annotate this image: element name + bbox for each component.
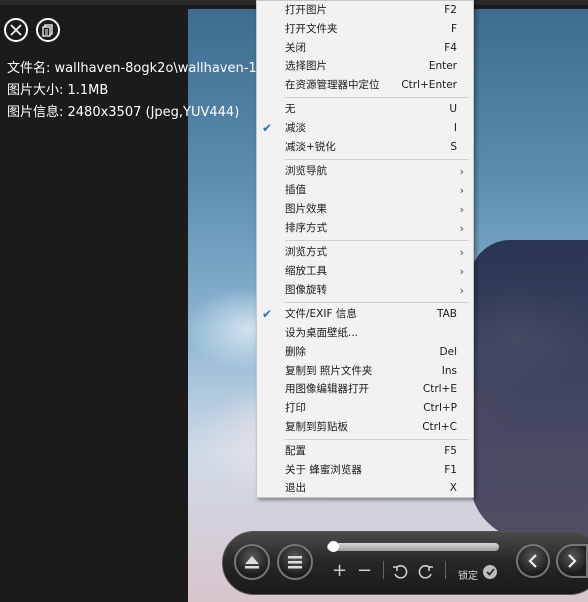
chevron-right-icon: › bbox=[459, 246, 464, 259]
chevron-right-icon[interactable] bbox=[556, 544, 588, 578]
slider-handle[interactable] bbox=[328, 541, 339, 552]
chevron-right-icon: › bbox=[459, 222, 464, 235]
chevron-right-icon: › bbox=[459, 165, 464, 178]
divider bbox=[445, 561, 446, 579]
hamburger-menu-icon[interactable] bbox=[277, 544, 313, 580]
image-figure bbox=[470, 240, 588, 540]
menu-item-delete[interactable]: 删除 Del bbox=[257, 343, 473, 362]
menu-item-image-effects[interactable]: 图片效果 › bbox=[257, 200, 473, 219]
progress-slider[interactable] bbox=[327, 543, 499, 551]
chevron-left-icon[interactable] bbox=[516, 544, 550, 578]
menu-item-zoom-tools[interactable]: 缩放工具 › bbox=[257, 262, 473, 281]
context-menu: 打开图片 F2 打开文件夹 F 关闭 F4 选择图片 Enter 在资源管理器中定位 Ct… bbox=[256, 0, 474, 498]
check-icon[interactable] bbox=[483, 565, 497, 579]
menu-item-copy-to-folder[interactable]: 复制到 照片文件夹 Ins bbox=[257, 362, 473, 381]
menu-item-sort-order[interactable]: 排序方式 › bbox=[257, 219, 473, 238]
rotate-right-icon[interactable] bbox=[418, 564, 434, 585]
eject-icon[interactable] bbox=[234, 544, 270, 580]
zoom-out-button[interactable]: − bbox=[357, 560, 372, 581]
menu-item-settings[interactable]: 配置 F5 bbox=[257, 442, 473, 461]
file-size-text: 图片大小: 1.1MB bbox=[7, 83, 109, 98]
check-icon: ✔ bbox=[262, 121, 273, 135]
file-info-text: 图片信息: 2480x3507 (Jpeg,YUV444) bbox=[7, 105, 240, 120]
menu-item-fade-sharpen[interactable]: 减淡+锐化 S bbox=[257, 138, 473, 157]
menu-separator bbox=[285, 240, 469, 241]
menu-item-exit[interactable]: 退出 X bbox=[257, 479, 473, 498]
menu-separator bbox=[285, 97, 469, 98]
menu-item-open-editor[interactable]: 用图像编辑器打开 Ctrl+E bbox=[257, 380, 473, 399]
copy-icon[interactable] bbox=[36, 18, 60, 42]
menu-item-browse-nav[interactable]: 浏览导航 › bbox=[257, 162, 473, 181]
zoom-in-button[interactable]: + bbox=[332, 560, 347, 581]
chevron-right-icon: › bbox=[459, 184, 464, 197]
chevron-right-icon: › bbox=[459, 203, 464, 216]
check-icon: ✔ bbox=[262, 307, 273, 321]
menu-item-open-folder[interactable]: 打开文件夹 F bbox=[257, 20, 473, 39]
menu-separator bbox=[285, 159, 469, 160]
menu-item-browse-mode[interactable]: 浏览方式 › bbox=[257, 243, 473, 262]
menu-item-select-image[interactable]: 选择图片 Enter bbox=[257, 57, 473, 76]
menu-item-set-wallpaper[interactable]: 设为桌面壁纸... bbox=[257, 324, 473, 343]
menu-separator bbox=[285, 439, 469, 440]
rotate-left-icon[interactable] bbox=[392, 564, 408, 585]
menu-item-exif-info[interactable]: ✔ 文件/EXIF 信息 TAB bbox=[257, 305, 473, 324]
menu-item-print[interactable]: 打印 Ctrl+P bbox=[257, 399, 473, 418]
chevron-right-icon: › bbox=[459, 284, 464, 297]
chevron-right-icon: › bbox=[459, 265, 464, 278]
menu-item-fade[interactable]: ✔ 减淡 I bbox=[257, 119, 473, 138]
file-name-text: 文件名: wallhaven-8ogk2o\wallhaven-1kq bbox=[7, 61, 273, 76]
menu-item-copy-clipboard[interactable]: 复制到剪贴板 Ctrl+C bbox=[257, 418, 473, 437]
menu-item-interpolation[interactable]: 插值 › bbox=[257, 181, 473, 200]
menu-item-none[interactable]: 无U bbox=[257, 100, 473, 119]
menu-item-about[interactable]: 关于 蜂蜜浏览器 F1 bbox=[257, 461, 473, 480]
menu-item-image-rotate[interactable]: 图像旋转 › bbox=[257, 281, 473, 300]
close-icon[interactable] bbox=[4, 18, 28, 42]
menu-separator bbox=[285, 302, 469, 303]
menu-item-locate-in-explorer[interactable]: 在资源管理器中定位 Ctrl+Enter bbox=[257, 76, 473, 95]
menu-item-close[interactable]: 关闭 F4 bbox=[257, 39, 473, 58]
menu-item-open-image[interactable]: 打开图片 F2 bbox=[257, 1, 473, 20]
lock-label: 锁定 bbox=[458, 571, 478, 582]
divider bbox=[383, 561, 384, 579]
